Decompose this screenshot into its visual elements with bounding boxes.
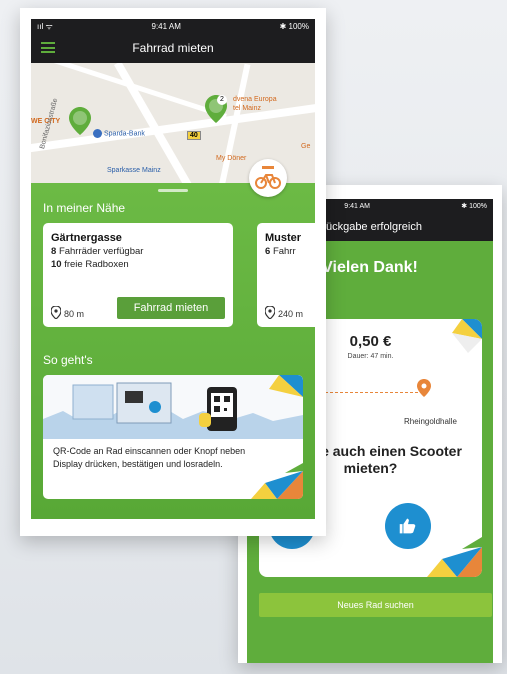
decorative-triangles-bottom [251,463,303,499]
how-it-works-text: QR-Code an Rad einscannen oder Knopf neb… [53,446,246,469]
page-title: Fahrrad mieten [132,41,214,55]
rent-screen: ııl ᯤ 9:41 AM ✱ 100% Fahrrad mieten WE C… [31,19,315,519]
station-distance: 80 m [51,306,84,319]
qr-scan-illustration [43,375,303,439]
destination-pin-icon [417,379,431,397]
pin-count-badge: 2 [217,95,227,105]
station-name: Gärtnergasse [51,232,122,244]
location-pin-icon [265,306,275,319]
nav-bar: Fahrrad mieten [31,33,315,63]
decorative-triangles-top [452,319,482,353]
hamburger-menu-icon[interactable] [41,42,55,53]
bike-mode-button[interactable] [249,159,287,197]
map-label-sparkasse: Sparkasse Mainz [107,167,161,174]
status-time: 9:41 AM [151,21,181,31]
station-card-muster[interactable]: Muster 6 Fahrr 240 m [257,223,315,327]
decorative-triangles-bottom [427,537,482,577]
map-label-edge: Ge [301,143,311,150]
status-time: 9:41 AM [344,202,370,210]
sheet-drag-handle[interactable] [158,189,188,192]
nearby-title: In meiner Nähe [43,201,126,215]
bikes-available: 6 Fahrr [265,246,296,257]
location-pin-icon [51,306,61,319]
bike-station-pin-icon[interactable] [69,107,91,135]
status-bar: ııl ᯤ 9:41 AM ✱ 100% [31,19,315,33]
route-end-label: Rheingoldhalle [404,417,457,426]
map-label-doener: My Döner [216,155,247,162]
rent-bike-phone: ııl ᯤ 9:41 AM ✱ 100% Fahrrad mieten WE C… [20,8,326,536]
bikes-available: 8 Fahrräder verfügbar [51,246,144,257]
how-title: So geht's [43,353,93,367]
boxes-available: 10 freie Radboxen [51,259,129,270]
page-title: Rückgabe erfolgreich [318,221,422,233]
signal-icon: ııl ᯤ [37,21,53,31]
new-bike-button[interactable]: Neues Rad suchen [259,593,492,617]
station-card-gaertnergasse[interactable]: Gärtnergasse 8 Fahrräder verfügbar 10 fr… [43,223,233,327]
station-name: Muster [265,232,302,244]
how-it-works-card: QR-Code an Rad einscannen oder Knopf neb… [43,375,303,499]
map-label-bank: Sparda-Bank [93,129,145,138]
station-distance: 240 m [265,306,303,319]
battery-status: ✱ 100% [461,203,487,210]
map-label-hotel: dvena Europa tel Mainz [233,96,277,112]
bike-wrench-icon [255,166,281,189]
battery-status: ✱ 100% [279,21,309,31]
road-sign-40: 40 [187,131,201,140]
rent-bike-button[interactable]: Fahrrad mieten [117,297,225,319]
thumbs-up-icon [399,518,416,534]
